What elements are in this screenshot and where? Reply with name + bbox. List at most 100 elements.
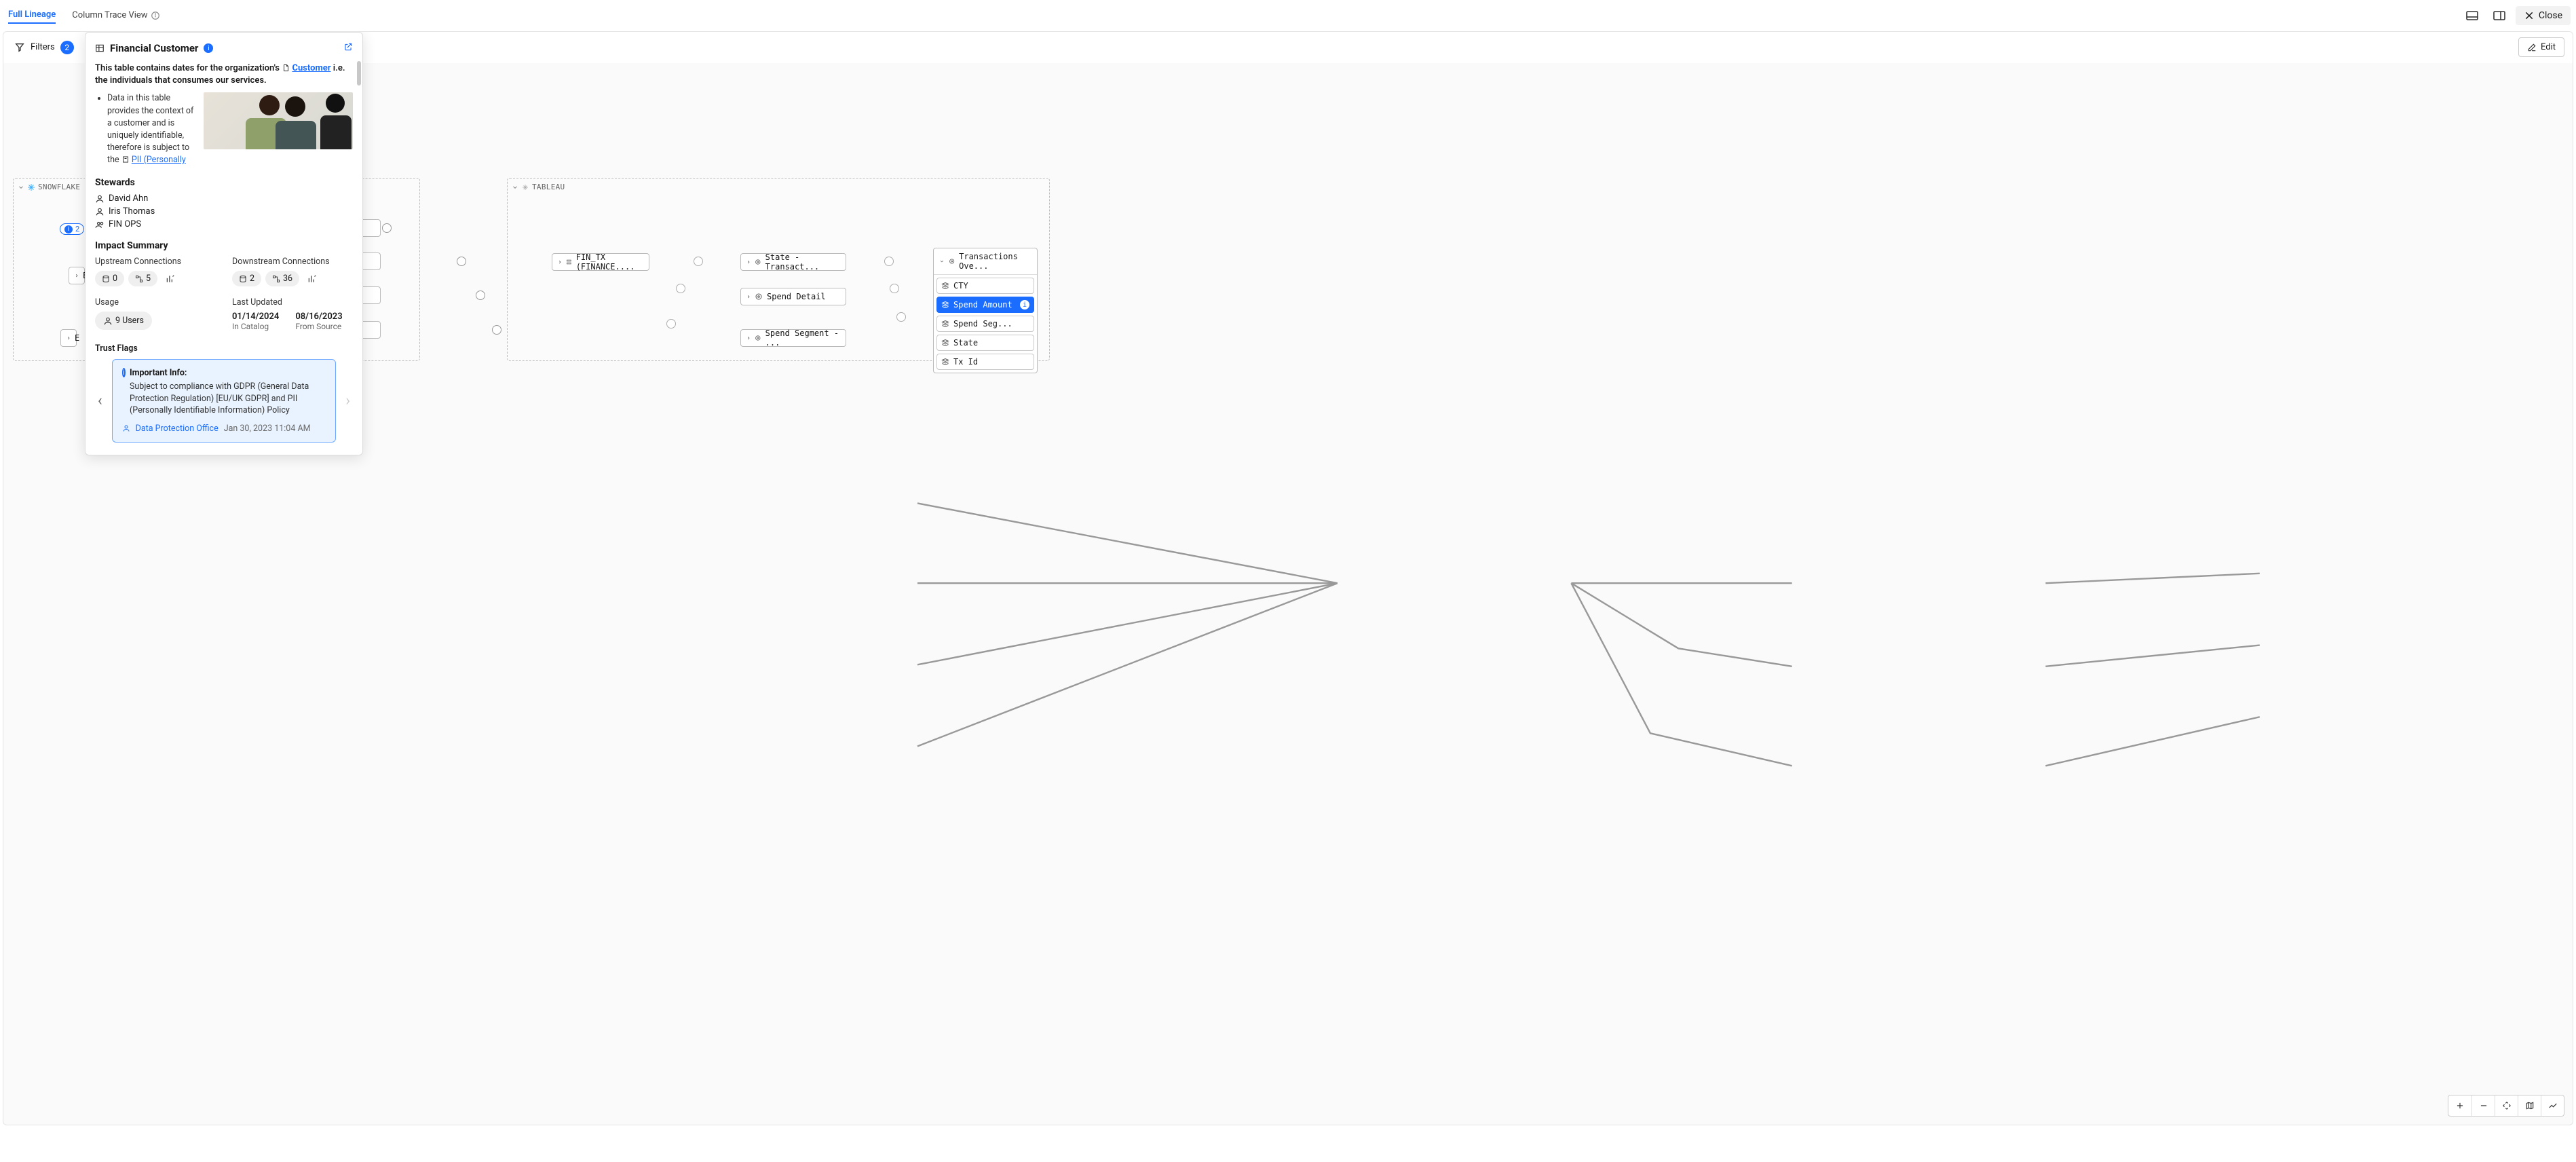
zoom-in-button[interactable]: [2448, 1095, 2471, 1116]
edit-button[interactable]: Edit: [2518, 37, 2564, 57]
split-view-icon[interactable]: [2488, 5, 2510, 26]
node-fin-tx[interactable]: › FIN_TX (FINANCE....: [552, 253, 649, 271]
trust-prev-button[interactable]: ‹: [95, 390, 105, 412]
filter-icon: [14, 42, 25, 53]
trust-heading: Trust Flags: [95, 343, 353, 354]
entity-popover: Financial Customer i This table contains…: [85, 32, 363, 455]
leaf-item-tx-id[interactable]: Tx Id: [936, 354, 1034, 370]
map-icon: [2525, 1101, 2535, 1110]
leaf-item-cty[interactable]: CTY: [936, 278, 1034, 294]
leaf-item-label: Tx Id: [953, 357, 978, 367]
person-icon: [122, 424, 130, 432]
downstream-rel-pill[interactable]: 36: [265, 271, 299, 286]
chevron-down-icon: [939, 258, 945, 265]
field-icon: [941, 358, 949, 366]
worksheet-icon: [755, 334, 761, 342]
pii-link[interactable]: PII (Personally: [132, 155, 186, 165]
tab-column-trace-label: Column Trace View: [72, 10, 147, 20]
node-label: State - Transact...: [765, 252, 840, 271]
worksheet-icon: [755, 293, 763, 301]
leaf-header[interactable]: Transactions Ove...: [934, 248, 1037, 275]
close-button[interactable]: Close: [2516, 6, 2571, 25]
usage-pill[interactable]: 9 Users: [95, 312, 152, 330]
minimap-button[interactable]: [2518, 1095, 2541, 1116]
database-icon: [239, 275, 247, 283]
impact-heading: Impact Summary: [95, 240, 353, 251]
steward-row[interactable]: FIN OPS: [95, 219, 353, 229]
table-icon: [95, 43, 105, 53]
chevron-down-icon: [512, 184, 518, 191]
field-icon: [941, 320, 949, 328]
canvas-controls: [2448, 1095, 2564, 1117]
downstream-db-pill[interactable]: 2: [232, 271, 261, 286]
document-icon: [282, 64, 290, 72]
chevron-right-icon: ›: [67, 335, 71, 342]
badge-count: 2: [75, 225, 79, 233]
customer-link[interactable]: Customer: [292, 63, 330, 73]
trust-office-link[interactable]: Data Protection Office: [136, 424, 219, 434]
upstream-chart-button[interactable]: [162, 271, 179, 286]
node-state-trans[interactable]: › State - Transact...: [740, 253, 846, 271]
relation-icon: [135, 275, 143, 283]
node-label: FIN_TX (FINANCE....: [576, 252, 643, 271]
database-icon: [102, 275, 110, 283]
node-badge-left[interactable]: i 2: [60, 223, 84, 235]
updated-source-sub: From Source: [295, 322, 342, 331]
trust-title: Important Info:: [130, 368, 326, 378]
person-icon: [95, 194, 105, 204]
group-tableau-header[interactable]: TABLEAU: [512, 183, 565, 191]
leaf-item-label: Spend Seg...: [953, 319, 1012, 329]
relation-icon: [272, 275, 280, 283]
steward-row[interactable]: David Ahn: [95, 193, 353, 204]
info-icon: [151, 11, 160, 20]
downstream-label: Downstream Connections: [232, 257, 353, 267]
steward-name: David Ahn: [109, 193, 148, 204]
worksheet-icon: [949, 257, 955, 265]
trend-button[interactable]: [2541, 1095, 2564, 1116]
leaf-item-state[interactable]: State: [936, 335, 1034, 351]
open-external-button[interactable]: [343, 42, 353, 52]
node-label: Spend Segment - ...: [765, 329, 840, 348]
filters-button[interactable]: Filters 2: [12, 38, 77, 57]
tab-full-lineage[interactable]: Full Lineage: [8, 10, 56, 24]
chevron-right-icon: ›: [746, 335, 751, 342]
edge-join-icon: [382, 223, 392, 233]
zoom-out-button[interactable]: [2471, 1095, 2495, 1116]
fit-button[interactable]: [2495, 1095, 2518, 1116]
info-icon: i: [64, 225, 73, 233]
edge-join-icon: [457, 257, 466, 266]
popover-title: Financial Customer: [110, 42, 198, 54]
leaf-item-spend-amount[interactable]: Spend Amount i: [936, 297, 1034, 313]
trust-next-button[interactable]: ›: [343, 390, 353, 412]
downstream-chart-button[interactable]: [303, 271, 321, 286]
steward-name: FIN OPS: [109, 219, 141, 229]
worksheet-icon: [755, 258, 761, 266]
upstream-label: Upstream Connections: [95, 257, 216, 267]
edit-label: Edit: [2541, 42, 2556, 52]
leaf-item-spend-seg[interactable]: Spend Seg...: [936, 316, 1034, 332]
node-hidden-1[interactable]: › E: [69, 267, 85, 284]
chart-icon: [307, 274, 317, 284]
external-link-icon: [343, 42, 353, 52]
node-spend-segment[interactable]: › Spend Segment - ...: [740, 329, 846, 347]
leaf-item-label: Spend Amount: [953, 300, 1012, 310]
info-icon[interactable]: i: [204, 43, 213, 53]
group-tableau-label: TABLEAU: [532, 183, 565, 191]
upstream-db-pill[interactable]: 0: [95, 271, 124, 286]
datasource-icon: [566, 258, 572, 266]
panel-view-icon[interactable]: [2461, 5, 2483, 26]
trust-date: Jan 30, 2023 11:04 AM: [224, 424, 311, 434]
steward-row[interactable]: Iris Thomas: [95, 206, 353, 217]
plus-icon: [2455, 1101, 2465, 1110]
node-spend-detail[interactable]: › Spend Detail: [740, 288, 846, 305]
updated-catalog-sub: In Catalog: [232, 322, 279, 331]
group-icon: [95, 220, 105, 229]
scrollbar[interactable]: [357, 61, 361, 86]
snowflake-icon: [27, 183, 35, 191]
person-icon: [95, 207, 105, 217]
tab-column-trace[interactable]: Column Trace View: [72, 10, 159, 20]
upstream-rel-pill[interactable]: 5: [128, 271, 157, 286]
steward-name: Iris Thomas: [109, 206, 155, 217]
node-hidden-2[interactable]: › E: [60, 329, 77, 347]
chevron-right-icon: ›: [75, 272, 79, 280]
